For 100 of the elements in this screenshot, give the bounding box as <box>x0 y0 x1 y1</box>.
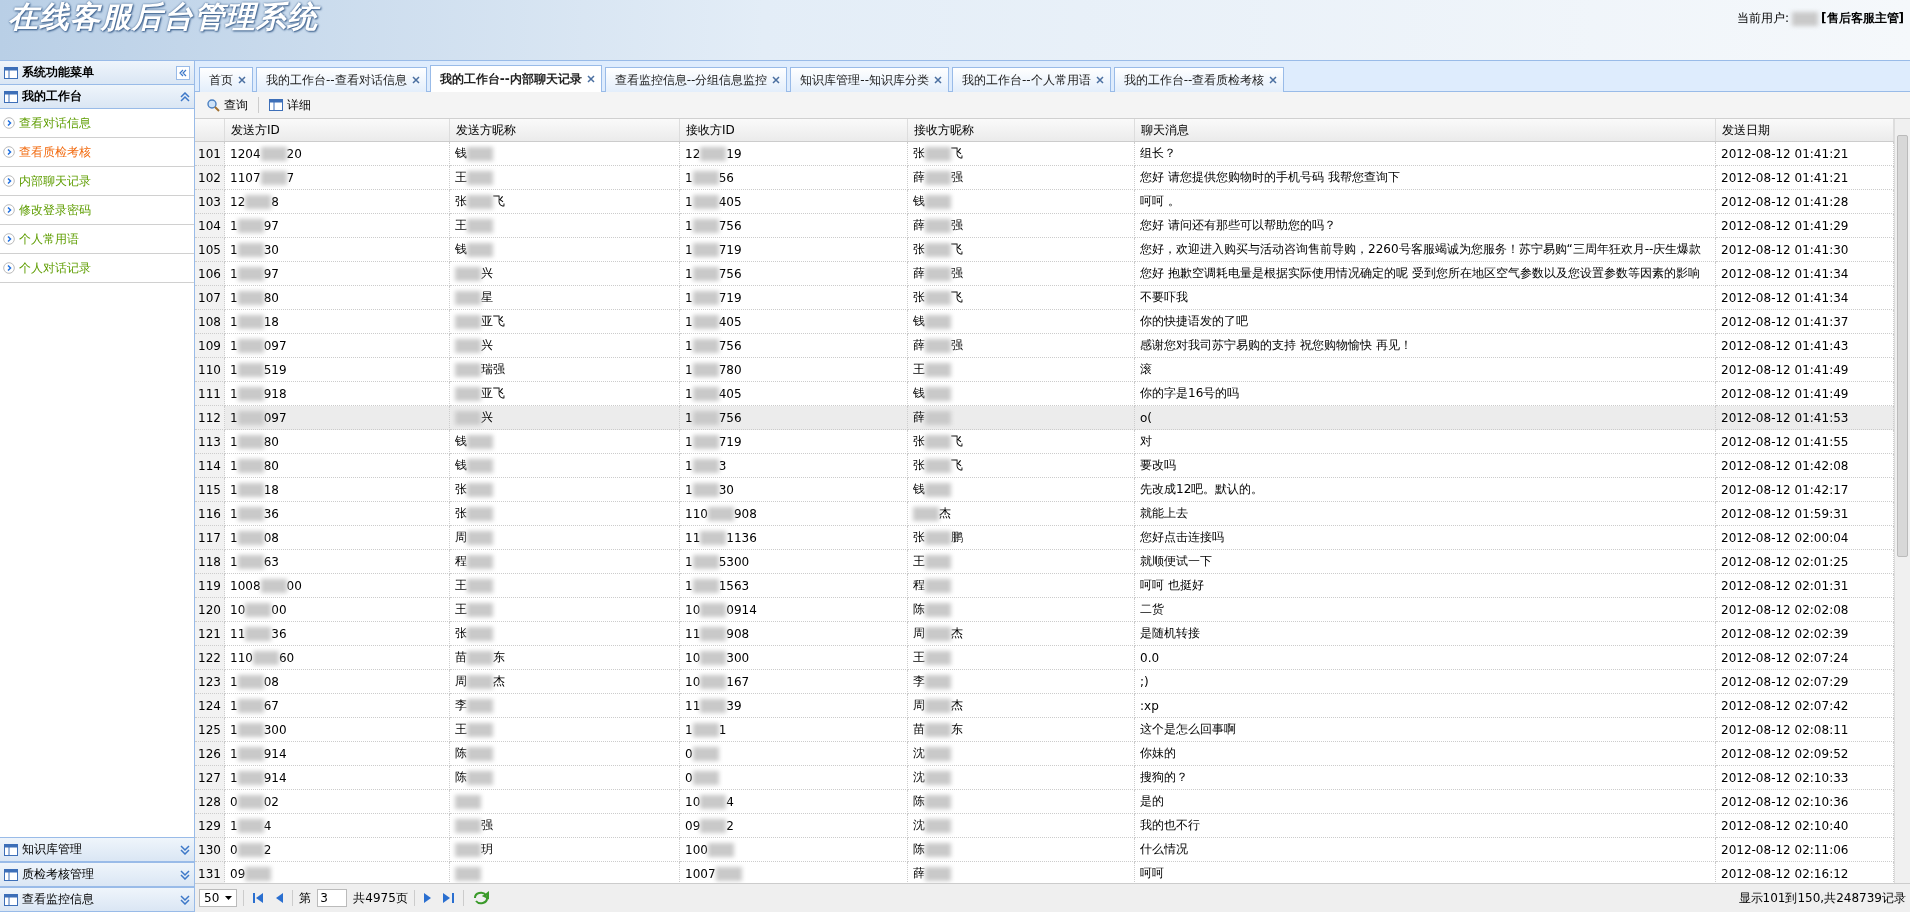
redaction-mark <box>925 770 951 785</box>
table-row[interactable]: 124 1 67 李 11 39 周 杰 :xp 2012-08-12 02:07:42 <box>195 694 1894 718</box>
table-row[interactable]: 127 1 914 陈 0 沈 搜狗的？ 2012-08-12 02:10:33 <box>195 766 1894 790</box>
menu-item[interactable]: 个人对话记录 <box>0 254 194 283</box>
tab[interactable]: 我的工作台--内部聊天记录 <box>429 65 602 92</box>
search-button[interactable]: 查询 <box>201 94 254 116</box>
redaction-mark <box>467 554 493 569</box>
redaction-mark <box>467 458 493 473</box>
page-size-select[interactable]: 50 <box>199 889 238 907</box>
detail-button[interactable]: 详细 <box>263 94 317 116</box>
panel-header[interactable]: 质检考核管理 <box>0 862 194 887</box>
menu-item[interactable]: 修改登录密码 <box>0 196 194 225</box>
column-header[interactable]: 接收方ID <box>686 121 735 139</box>
table-row[interactable]: 103 12 8 张 飞 1 405 钱 呵呵 。 2012-08-12 01:41:28 <box>195 190 1894 214</box>
chevron-circle-icon <box>3 117 15 129</box>
table-row[interactable]: 128 0 02 10 4 陈 是的 2012-08-12 02:10:36 <box>195 790 1894 814</box>
table-row[interactable]: 108 1 18 亚飞 1 405 钱 你的快捷语发的了吧 2012-08-12 01:41:37 <box>195 310 1894 334</box>
redaction-mark <box>245 866 272 881</box>
table-row[interactable]: 113 1 80 钱 1 719 张 飞 对 2012-08-12 01:41:55 <box>195 430 1894 454</box>
table-row[interactable]: 104 1 97 王 1 756 薛 强 您好 请问还有那些可以帮助您的吗？ 2012-08-12 01:41:29 <box>195 214 1894 238</box>
table-row[interactable]: 112 1 097 兴 1 756 薛 o( 2012-08-12 01:41:53 <box>195 406 1894 430</box>
page-input[interactable]: 3 <box>317 889 348 907</box>
redaction-mark <box>925 674 951 689</box>
table-cell: 王 <box>455 577 467 594</box>
search-icon <box>207 98 220 112</box>
redaction-mark <box>237 218 264 233</box>
table-row[interactable]: 125 1 300 王 1 1 苗 东 这个是怎么回事啊 2012-08-12 02:08:11 <box>195 718 1894 742</box>
menu-item[interactable]: 查看对话信息 <box>0 109 194 138</box>
panel-header[interactable]: 知识库管理 <box>0 837 194 862</box>
redaction-mark <box>925 338 951 353</box>
table-icon <box>4 893 18 906</box>
menu-item[interactable]: 内部聊天记录 <box>0 167 194 196</box>
table-cell: 张 <box>455 625 467 642</box>
table-cell: 张 <box>913 145 925 162</box>
table-row[interactable]: 121 11 36 张 11 908 周 杰 是随机转接 2012-08-12 02:02:39 <box>195 622 1894 646</box>
table-cell: 什么情况 <box>1135 838 1716 862</box>
redaction-mark <box>692 770 719 785</box>
table-row[interactable]: 109 1 097 兴 1 756 薛 强 感谢您对我司苏宁易购的支持 祝您购物愉快 再见！ 2012-08-12 01:41:43 <box>195 334 1894 358</box>
table-cell: 1 <box>230 218 238 233</box>
table-cell: 李 <box>455 697 467 714</box>
table-row[interactable]: 106 1 97 兴 1 756 薛 强 您好 抱歉空调耗电量是根据实际使用情况确定的呢 受到您所在地区空气参数以及您设置参数等因素的影响 2012-08-12 01:41:34 <box>195 262 1894 286</box>
table-cell: 先改成12吧。默认的。 <box>1135 478 1716 502</box>
row-number: 107 <box>195 286 225 310</box>
table-row[interactable]: 102 1107 7 王 1 56 薛 强 您好 请您提供您购物时的手机号码 我帮您查询下 2012-08-12 01:41:21 <box>195 166 1894 190</box>
redaction-mark <box>700 698 727 713</box>
menu-item[interactable]: 个人常用语 <box>0 225 194 254</box>
table-row[interactable]: 114 1 80 钱 1 3 张 飞 要改吗 2012-08-12 01:42:08 <box>195 454 1894 478</box>
row-number: 112 <box>195 406 225 430</box>
table-cell: 周 <box>455 529 467 546</box>
table-row[interactable]: 105 1 30 钱 1 719 张 飞 您好，欢迎进入购买与活动咨询售前导购，2260号客服竭诚为您服务！苏宁易购“三周年狂欢月--庆生爆款 2012-08-12 01:41:30 <box>195 238 1894 262</box>
column-header[interactable]: 接收方昵称 <box>914 121 974 139</box>
table-row[interactable]: 129 1 4 强 09 2 沈 我的也不行 2012-08-12 02:10:40 <box>195 814 1894 838</box>
column-header[interactable]: 聊天消息 <box>1141 121 1189 139</box>
table-cell: 钱 <box>455 241 467 258</box>
panel-header[interactable]: 我的工作台 <box>0 85 194 109</box>
page-total: 共4975页 <box>353 889 408 907</box>
table-cell: 王 <box>455 721 467 738</box>
table-cell: 756 <box>718 266 742 281</box>
redaction-mark <box>692 194 719 209</box>
table-row[interactable]: 130 0 2 玥 100 陈 什么情况 2012-08-12 02:11:06 <box>195 838 1894 862</box>
table-row[interactable]: 126 1 914 陈 0 沈 你妹的 2012-08-12 02:09:52 <box>195 742 1894 766</box>
row-number: 113 <box>195 430 225 454</box>
table-cell: 我的也不行 <box>1135 814 1716 838</box>
redaction-mark <box>925 242 951 257</box>
scrollbar[interactable] <box>1894 119 1910 883</box>
table-row[interactable]: 117 1 08 周 11 1136 张 鹏 您好点击连接吗 2012-08-12 02:00:04 <box>195 526 1894 550</box>
collapse-button[interactable] <box>176 65 190 80</box>
table-row[interactable]: 110 1 519 瑞强 1 780 王 滚 2012-08-12 01:41:49 <box>195 358 1894 382</box>
table-row[interactable]: 115 1 18 张 1 30 钱 先改成12吧。默认的。 2012-08-12 01:42:17 <box>195 478 1894 502</box>
redaction-mark <box>700 626 727 641</box>
tab[interactable]: 我的工作台--个人常用语 <box>952 67 1111 92</box>
table-row[interactable]: 101 1204 20 钱 12 19 张 飞 组长？ 2012-08-12 01:41:21 <box>195 142 1894 166</box>
table-row[interactable]: 116 1 36 张 110 908 杰 就能上去 2012-08-12 01:59:31 <box>195 502 1894 526</box>
column-header[interactable]: 发送方ID <box>231 121 280 139</box>
table-row[interactable]: 118 1 63 程 1 5300 王 就顺便试一下 2012-08-12 02:01:25 <box>195 550 1894 574</box>
tab[interactable]: 首页 <box>199 67 253 92</box>
tab[interactable]: 查看监控信息--分组信息监控 <box>604 67 788 92</box>
table-row[interactable]: 107 1 80 星 1 719 张 飞 不要吓我 2012-08-12 01:41:34 <box>195 286 1894 310</box>
table-cell: 10 <box>685 674 701 689</box>
table-row[interactable]: 120 10 00 王 10 0914 陈 二货 2012-08-12 02:02:08 <box>195 598 1894 622</box>
table-cell: 60 <box>278 650 295 665</box>
redaction-mark <box>467 218 493 233</box>
column-header[interactable]: 发送日期 <box>1722 121 1770 139</box>
table-row[interactable]: 122 110 60 苗 东 10 300 王 0.0 2012-08-12 02:07:24 <box>195 646 1894 670</box>
tab[interactable]: 我的工作台--查看质检考核 <box>1113 67 1285 92</box>
table-cell: 二货 <box>1135 598 1716 622</box>
table-cell: 1 <box>685 554 693 569</box>
scrollbar-thumb[interactable] <box>1897 135 1908 557</box>
panel-header[interactable]: 查看监控信息 <box>0 887 194 912</box>
table-cell: 玥 <box>481 841 493 858</box>
table-cell: 1 <box>718 722 727 737</box>
table-row[interactable]: 123 1 08 周 杰 10 167 李 ;) 2012-08-12 02:07:29 <box>195 670 1894 694</box>
redaction-mark <box>925 218 951 233</box>
row-number: 127 <box>195 766 225 790</box>
tab[interactable]: 知识库管理--知识库分类 <box>790 67 949 92</box>
table-cell: 您好 请问还有那些可以帮助您的吗？ <box>1135 214 1716 238</box>
table-cell: 兴 <box>481 409 493 426</box>
tab[interactable]: 我的工作台--查看对话信息 <box>256 67 427 92</box>
column-header[interactable]: 发送方昵称 <box>456 121 516 139</box>
table-row[interactable]: 119 1008 00 王 1 1563 程 呵呵 也挺好 2012-08-12 02:01:31 <box>195 574 1894 598</box>
